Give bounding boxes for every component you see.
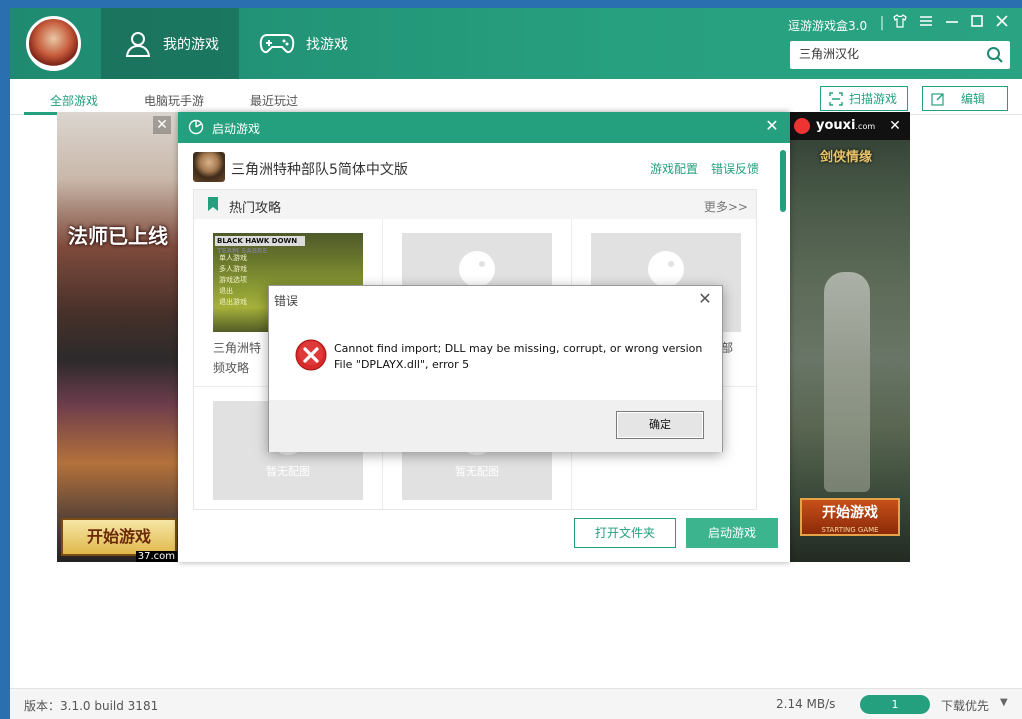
tab-find-games-label: 找游戏 [306,36,348,53]
scrollbar[interactable] [780,150,786,212]
youxi-logo-icon [794,118,810,134]
tab-my-games[interactable]: 我的游戏 [101,8,239,79]
thumb-menu-item: 单人游戏 [219,254,247,262]
left-ad-close-icon[interactable]: ✕ [153,116,171,134]
guide-caption[interactable]: 三角洲特 [213,339,261,356]
launch-game-button[interactable]: 启动游戏 [686,518,778,548]
thumb-menu-item: 退出游戏 [219,298,247,306]
no-image-label: 暂无配图 [266,465,310,478]
error-message: Cannot find import; DLL may be missing, … [334,341,702,373]
left-ad-site: 37.com [135,551,177,562]
left-ad-headline: 法师已上线 [68,224,168,248]
thumb-menu-item: 退出 [219,287,233,295]
launch-dialog-header: 启动游戏 ✕ [178,112,790,143]
chevron-down-icon[interactable]: ▼ [1000,697,1008,708]
launch-dialog-close-icon[interactable]: ✕ [764,118,780,134]
download-count-badge[interactable]: 1 [860,695,930,714]
game-info-row: 三角洲特种部队5简体中文版 游戏配置 错误反馈 [193,152,773,188]
game-avatar [193,152,225,182]
search-icon[interactable] [986,46,1004,64]
divider: | [879,15,885,31]
edit-button[interactable]: 编辑 [922,86,1008,111]
right-ad-brand-sub: .com [855,122,876,131]
guides-title: 热门攻略 [229,201,282,216]
close-icon[interactable] [992,14,1012,32]
right-ad-button-label: 开始游戏 [822,505,878,521]
download-priority[interactable]: 下载优先 [941,697,989,714]
user-avatar[interactable] [26,16,81,71]
right-ad-banner[interactable]: youxi.com ✕ 剑侠情缘 开始游戏 STARTING GAME [790,112,910,562]
scan-icon [829,91,843,106]
guide-caption[interactable]: 频攻略 [213,359,249,376]
maximize-icon[interactable] [967,14,987,32]
placeholder-face-icon [648,251,684,287]
no-image-label: 暂无配图 [455,465,499,478]
shirt-icon[interactable] [890,14,910,32]
error-feedback-link[interactable]: 错误反馈 [711,160,759,177]
left-ad-banner[interactable]: 法师已上线 开始游戏 37.com ✕ [57,112,179,562]
edit-label: 编辑 [961,92,986,106]
tab-find-games[interactable]: 找游戏 [258,8,368,79]
status-bar: 版本：3.1.0 build 3181 2.14 MB/s 1 下载优先 ▼ [10,688,1022,719]
launch-dialog-title: 启动游戏 [212,122,261,136]
bookmark-icon [207,197,219,211]
menu-icon[interactable] [916,14,936,32]
scan-games-button[interactable]: 扫描游戏 [820,86,909,111]
app-title: 逗游游戏盒3.0 [788,19,868,33]
error-dialog-close-icon[interactable]: ✕ [696,290,714,308]
subtab-recent[interactable]: 最近玩过 [250,92,298,109]
gamepad-icon [258,29,296,59]
thumb-header: BLACK HAWK DOWN TEAM SABRE [215,236,305,255]
error-dialog-title: 错误 [274,294,299,308]
scan-games-label: 扫描游戏 [849,92,898,106]
thumb-menu-item: 游戏选项 [219,276,247,284]
subtab-mobile-games[interactable]: 电脑玩手游 [144,92,204,109]
game-config-link[interactable]: 游戏配置 [650,160,698,177]
minimize-icon[interactable] [942,14,962,32]
placeholder-face-icon [459,251,495,287]
error-icon [295,339,327,371]
right-ad-button-sub: STARTING GAME [821,526,879,534]
game-name: 三角洲特种部队5简体中文版 [231,162,408,178]
thumb-menu: 单人游戏 多人游戏 游戏选项 退出 退出游戏 [219,253,247,308]
error-dialog-footer: 确定 [269,400,722,452]
subtab-all-games[interactable]: 全部游戏 [50,92,98,109]
right-ad-close-icon[interactable]: ✕ [886,117,904,135]
right-ad-headline: 剑侠情缘 [820,150,873,165]
guides-panel-header: 热门攻略 更多>> [194,190,756,219]
more-link[interactable]: 更多>> [704,198,748,215]
game-box-window: 我的游戏 找游戏 逗游游戏盒3.0 | 三角洲汉化 全部游戏 电脑玩手游 最近玩… [10,8,1022,719]
error-message-line: Cannot find import; DLL may be missing, … [334,342,703,355]
right-ad-brand-name: youxi [816,118,856,133]
subnav: 全部游戏 电脑玩手游 最近玩过 扫描游戏 编辑 [10,79,1022,115]
right-ad-figure [824,272,870,492]
thumb-header-title: BLACK HAWK DOWN [217,237,298,245]
version-text: 版本：3.1.0 build 3181 [24,699,159,713]
download-speed: 2.14 MB/s [776,697,836,711]
open-folder-button[interactable]: 打开文件夹 [574,518,676,548]
ok-button[interactable]: 确定 [616,411,704,439]
right-ad-start-button[interactable]: 开始游戏 STARTING GAME [800,498,900,536]
launch-icon [188,119,204,135]
thumb-menu-item: 多人游戏 [219,265,247,273]
search-input[interactable] [799,46,979,60]
tab-my-games-label: 我的游戏 [163,36,219,53]
user-icon [123,29,153,59]
error-dialog: 错误 ✕ Cannot find import; DLL may be miss… [268,285,723,452]
header: 我的游戏 找游戏 逗游游戏盒3.0 | [10,8,1022,79]
error-message-line: File "DPLAYX.dll", error 5 [334,358,470,371]
edit-icon [931,92,945,106]
search-box [790,41,1010,69]
